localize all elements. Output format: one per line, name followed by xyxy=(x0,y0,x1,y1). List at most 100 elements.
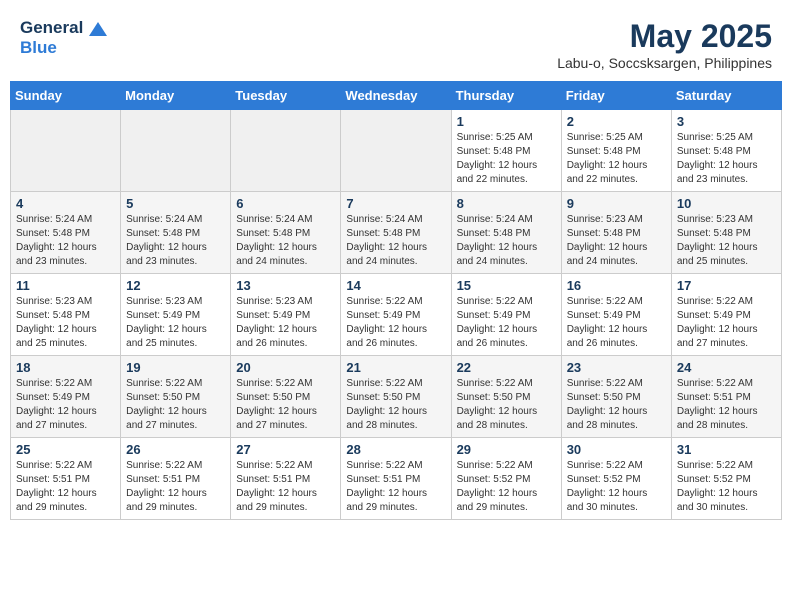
header-friday: Friday xyxy=(561,82,671,110)
day-info: Sunrise: 5:22 AM Sunset: 5:52 PM Dayligh… xyxy=(677,459,776,515)
day-info: Sunrise: 5:22 AM Sunset: 5:50 PM Dayligh… xyxy=(236,377,335,433)
day-info: Sunrise: 5:24 AM Sunset: 5:48 PM Dayligh… xyxy=(457,213,556,269)
table-row: 5Sunrise: 5:24 AM Sunset: 5:48 PM Daylig… xyxy=(121,192,231,274)
day-info: Sunrise: 5:24 AM Sunset: 5:48 PM Dayligh… xyxy=(236,213,335,269)
table-row: 3 Sunrise: 5:25 AM Sunset: 5:48 PM Daylig… xyxy=(671,110,781,192)
calendar-week-row: 25 Sunrise: 5:22 AM Sunset: 5:51 PM Dayli… xyxy=(11,438,782,520)
table-row: 17 Sunrise: 5:22 AM Sunset: 5:49 PM Dayli… xyxy=(671,274,781,356)
day-info: Sunrise: 5:23 AM Sunset: 5:49 PM Dayligh… xyxy=(126,295,225,351)
table-row: 9Sunrise: 5:23 AM Sunset: 5:48 PM Daylig… xyxy=(561,192,671,274)
table-row xyxy=(121,110,231,192)
calendar-week-row: 1 Sunrise: 5:25 AM Sunset: 5:48 PM Daylig… xyxy=(11,110,782,192)
table-row: 20 Sunrise: 5:22 AM Sunset: 5:50 PM Dayli… xyxy=(231,356,341,438)
title-block: May 2025 Labu-o, Soccsksargen, Philippin… xyxy=(557,18,772,71)
day-number: 16 xyxy=(567,278,666,293)
day-info: Sunrise: 5:22 AM Sunset: 5:52 PM Dayligh… xyxy=(457,459,556,515)
day-number: 27 xyxy=(236,442,335,457)
day-number: 8 xyxy=(457,196,556,211)
table-row: 16Sunrise: 5:22 AM Sunset: 5:49 PM Dayli… xyxy=(561,274,671,356)
day-number: 23 xyxy=(567,360,666,375)
table-row: 31 Sunrise: 5:22 AM Sunset: 5:52 PM Dayli… xyxy=(671,438,781,520)
day-number: 24 xyxy=(677,360,776,375)
day-info: Sunrise: 5:23 AM Sunset: 5:48 PM Dayligh… xyxy=(567,213,666,269)
table-row: 15 Sunrise: 5:22 AM Sunset: 5:49 PM Dayli… xyxy=(451,274,561,356)
table-row: 11 Sunrise: 5:23 AM Sunset: 5:48 PM Dayli… xyxy=(11,274,121,356)
day-number: 22 xyxy=(457,360,556,375)
day-number: 15 xyxy=(457,278,556,293)
table-row: 24 Sunrise: 5:22 AM Sunset: 5:51 PM Dayli… xyxy=(671,356,781,438)
table-row: 27 Sunrise: 5:22 AM Sunset: 5:51 PM Dayli… xyxy=(231,438,341,520)
day-info: Sunrise: 5:25 AM Sunset: 5:48 PM Dayligh… xyxy=(457,131,556,187)
table-row: 4 Sunrise: 5:24 AM Sunset: 5:48 PM Daylig… xyxy=(11,192,121,274)
day-number: 6 xyxy=(236,196,335,211)
day-info: Sunrise: 5:25 AM Sunset: 5:48 PM Dayligh… xyxy=(677,131,776,187)
day-number: 3 xyxy=(677,114,776,129)
day-info: Sunrise: 5:22 AM Sunset: 5:49 PM Dayligh… xyxy=(457,295,556,351)
table-row xyxy=(231,110,341,192)
day-number: 17 xyxy=(677,278,776,293)
day-number: 7 xyxy=(346,196,445,211)
header-wednesday: Wednesday xyxy=(341,82,451,110)
day-number: 18 xyxy=(16,360,115,375)
day-info: Sunrise: 5:22 AM Sunset: 5:49 PM Dayligh… xyxy=(16,377,115,433)
day-info: Sunrise: 5:24 AM Sunset: 5:48 PM Dayligh… xyxy=(16,213,115,269)
logo-text: General xyxy=(20,18,107,38)
table-row: 10 Sunrise: 5:23 AM Sunset: 5:48 PM Dayli… xyxy=(671,192,781,274)
day-number: 25 xyxy=(16,442,115,457)
day-info: Sunrise: 5:25 AM Sunset: 5:48 PM Dayligh… xyxy=(567,131,666,187)
day-info: Sunrise: 5:23 AM Sunset: 5:48 PM Dayligh… xyxy=(677,213,776,269)
table-row: 30Sunrise: 5:22 AM Sunset: 5:52 PM Dayli… xyxy=(561,438,671,520)
day-number: 28 xyxy=(346,442,445,457)
table-row: 19 Sunrise: 5:22 AM Sunset: 5:50 PM Dayli… xyxy=(121,356,231,438)
day-info: Sunrise: 5:22 AM Sunset: 5:51 PM Dayligh… xyxy=(677,377,776,433)
logo: General Blue xyxy=(20,18,107,57)
table-row: 29Sunrise: 5:22 AM Sunset: 5:52 PM Dayli… xyxy=(451,438,561,520)
table-row: 8 Sunrise: 5:24 AM Sunset: 5:48 PM Daylig… xyxy=(451,192,561,274)
day-number: 21 xyxy=(346,360,445,375)
logo-icon xyxy=(89,22,107,36)
day-info: Sunrise: 5:24 AM Sunset: 5:48 PM Dayligh… xyxy=(126,213,225,269)
header-monday: Monday xyxy=(121,82,231,110)
day-number: 4 xyxy=(16,196,115,211)
table-row: 28 Sunrise: 5:22 AM Sunset: 5:51 PM Dayli… xyxy=(341,438,451,520)
day-number: 1 xyxy=(457,114,556,129)
day-info: Sunrise: 5:23 AM Sunset: 5:48 PM Dayligh… xyxy=(16,295,115,351)
table-row: 6 Sunrise: 5:24 AM Sunset: 5:48 PM Daylig… xyxy=(231,192,341,274)
page-header: General Blue May 2025 Labu-o, Soccsksarg… xyxy=(10,10,782,75)
day-info: Sunrise: 5:22 AM Sunset: 5:50 PM Dayligh… xyxy=(457,377,556,433)
day-info: Sunrise: 5:22 AM Sunset: 5:51 PM Dayligh… xyxy=(346,459,445,515)
table-row: 18 Sunrise: 5:22 AM Sunset: 5:49 PM Dayli… xyxy=(11,356,121,438)
table-row: 26 Sunrise: 5:22 AM Sunset: 5:51 PM Dayli… xyxy=(121,438,231,520)
day-info: Sunrise: 5:22 AM Sunset: 5:51 PM Dayligh… xyxy=(16,459,115,515)
day-number: 10 xyxy=(677,196,776,211)
table-row: 2 Sunrise: 5:25 AM Sunset: 5:48 PM Daylig… xyxy=(561,110,671,192)
calendar-week-row: 4 Sunrise: 5:24 AM Sunset: 5:48 PM Daylig… xyxy=(11,192,782,274)
table-row xyxy=(11,110,121,192)
table-row xyxy=(341,110,451,192)
day-number: 30 xyxy=(567,442,666,457)
day-info: Sunrise: 5:24 AM Sunset: 5:48 PM Dayligh… xyxy=(346,213,445,269)
month-title: May 2025 xyxy=(557,18,772,55)
header-saturday: Saturday xyxy=(671,82,781,110)
calendar: Sunday Monday Tuesday Wednesday Thursday… xyxy=(10,81,782,520)
day-number: 2 xyxy=(567,114,666,129)
day-number: 26 xyxy=(126,442,225,457)
day-info: Sunrise: 5:22 AM Sunset: 5:50 PM Dayligh… xyxy=(567,377,666,433)
location: Labu-o, Soccsksargen, Philippines xyxy=(557,55,772,71)
day-info: Sunrise: 5:22 AM Sunset: 5:49 PM Dayligh… xyxy=(677,295,776,351)
day-info: Sunrise: 5:22 AM Sunset: 5:50 PM Dayligh… xyxy=(126,377,225,433)
table-row: 7 Sunrise: 5:24 AM Sunset: 5:48 PM Daylig… xyxy=(341,192,451,274)
day-number: 20 xyxy=(236,360,335,375)
header-thursday: Thursday xyxy=(451,82,561,110)
header-sunday: Sunday xyxy=(11,82,121,110)
calendar-week-row: 18 Sunrise: 5:22 AM Sunset: 5:49 PM Dayli… xyxy=(11,356,782,438)
day-number: 31 xyxy=(677,442,776,457)
calendar-week-row: 11 Sunrise: 5:23 AM Sunset: 5:48 PM Dayli… xyxy=(11,274,782,356)
day-number: 19 xyxy=(126,360,225,375)
day-info: Sunrise: 5:22 AM Sunset: 5:51 PM Dayligh… xyxy=(126,459,225,515)
header-tuesday: Tuesday xyxy=(231,82,341,110)
day-number: 11 xyxy=(16,278,115,293)
calendar-header-row: Sunday Monday Tuesday Wednesday Thursday… xyxy=(11,82,782,110)
day-info: Sunrise: 5:22 AM Sunset: 5:51 PM Dayligh… xyxy=(236,459,335,515)
day-number: 12 xyxy=(126,278,225,293)
